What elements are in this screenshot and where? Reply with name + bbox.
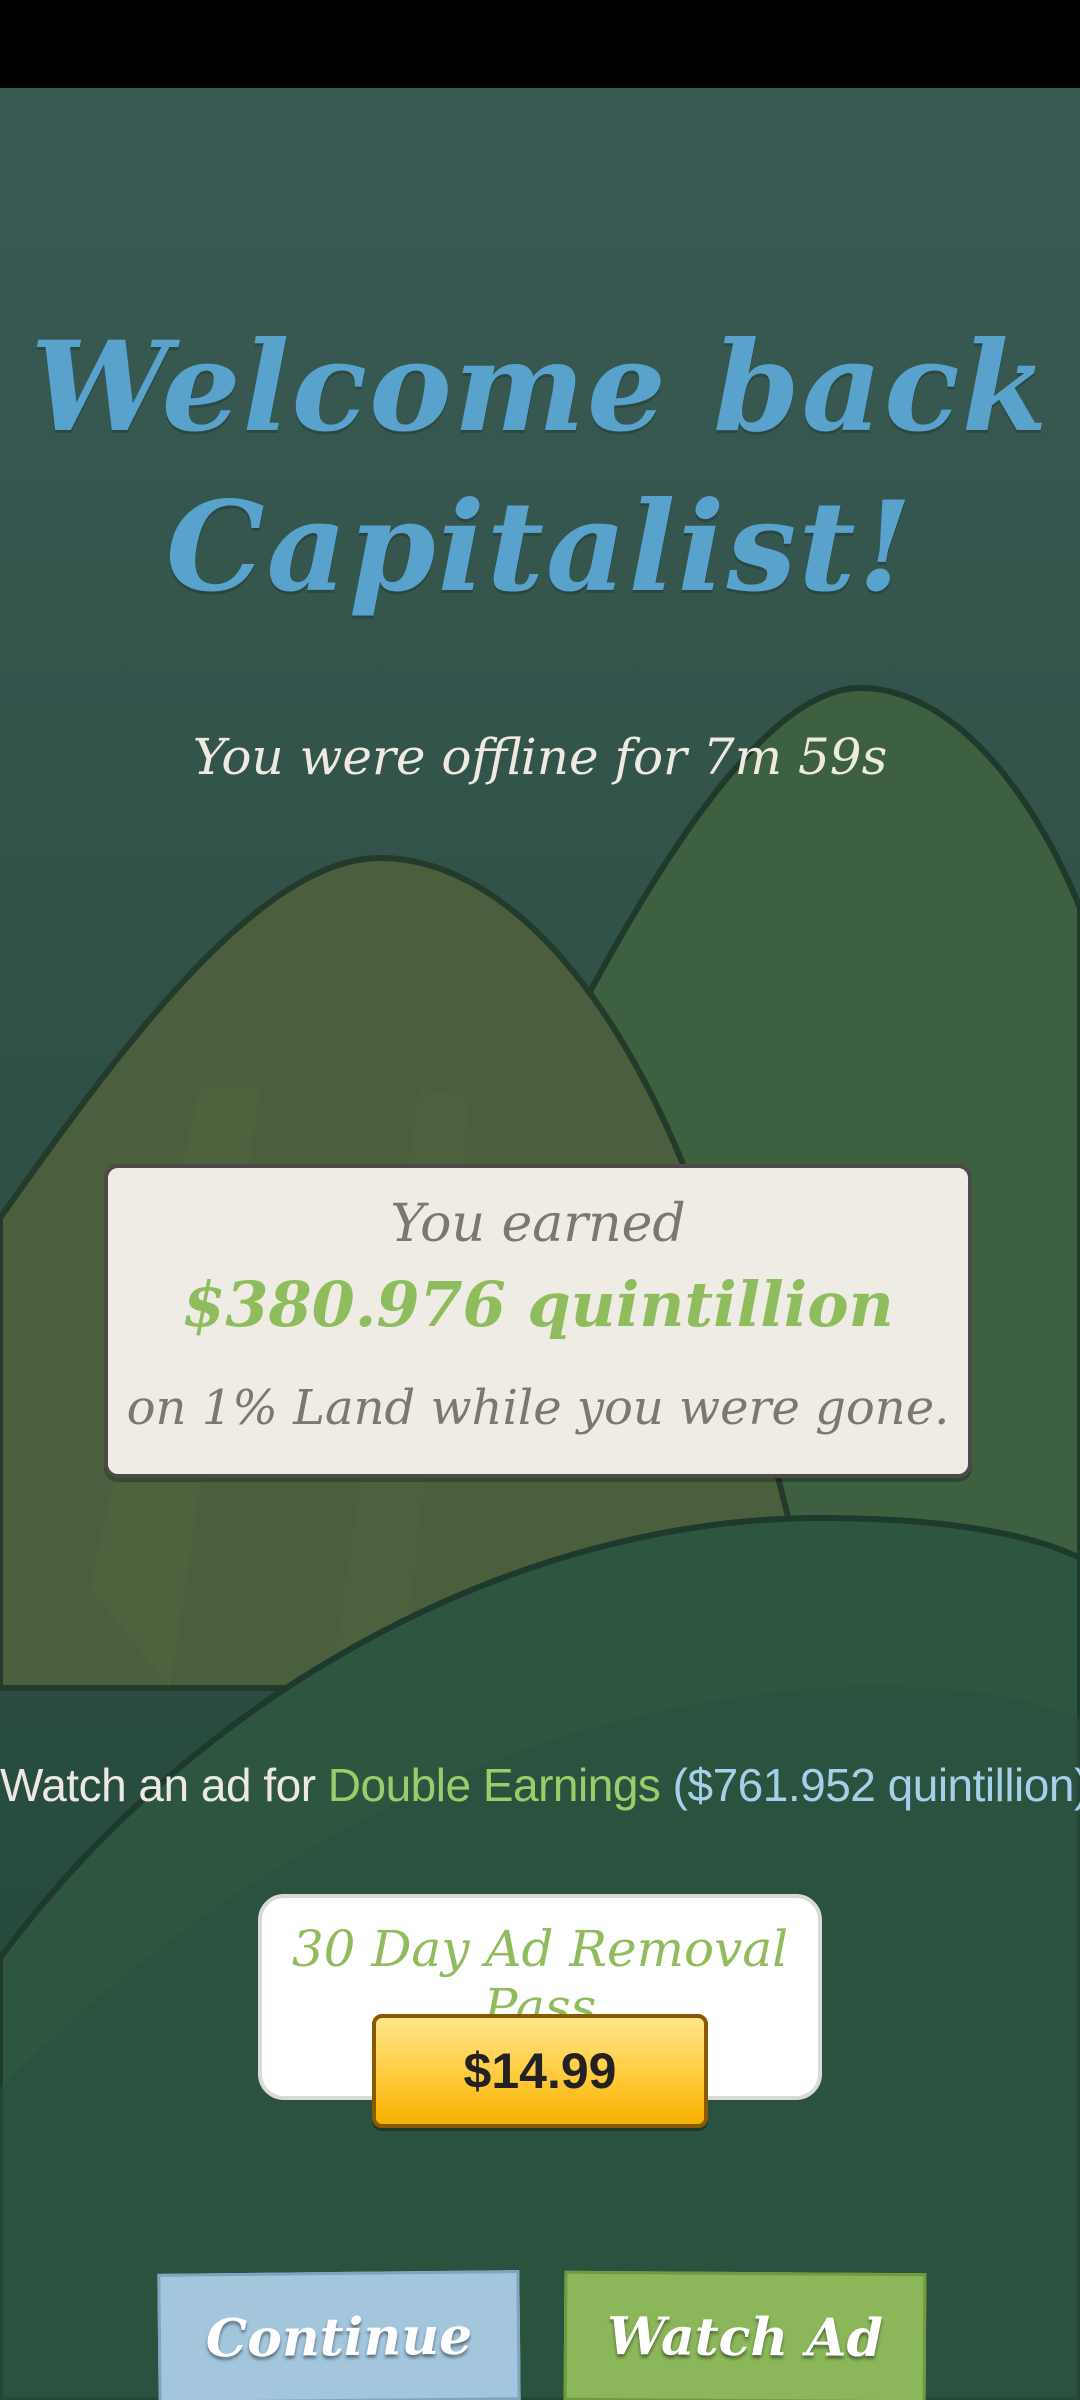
ad-offer-text: Watch an ad for Double Earnings ($761.95… — [0, 1758, 1080, 1812]
welcome-title: Welcome back Capitalist! — [0, 308, 1080, 628]
earnings-card: You earned $380.976 quintillion on 1% La… — [104, 1164, 972, 1478]
earnings-amount: $380.976 quintillion — [182, 1268, 894, 1341]
offline-earnings-screen: Welcome back Capitalist! You were offlin… — [0, 88, 1080, 2400]
earnings-label: You earned — [390, 1194, 686, 1254]
offline-duration-text: You were offline for 7m 59s — [192, 728, 888, 786]
ad-offer-highlight: Double Earnings — [327, 1759, 661, 1811]
earnings-subtext: on 1% Land while you were gone. — [126, 1380, 950, 1436]
watch-ad-button[interactable]: Watch Ad — [563, 2270, 927, 2400]
continue-button[interactable]: Continue — [157, 2270, 521, 2400]
status-bar — [0, 0, 1080, 88]
ad-offer-prefix: Watch an ad for — [0, 1759, 328, 1811]
ad-offer-amount: ($761.952 quintillion) — [660, 1759, 1080, 1811]
welcome-title-line1: Welcome back — [30, 315, 1050, 460]
welcome-title-line2: Capitalist! — [165, 475, 915, 620]
pass-price-button[interactable]: $14.99 — [372, 2014, 708, 2128]
